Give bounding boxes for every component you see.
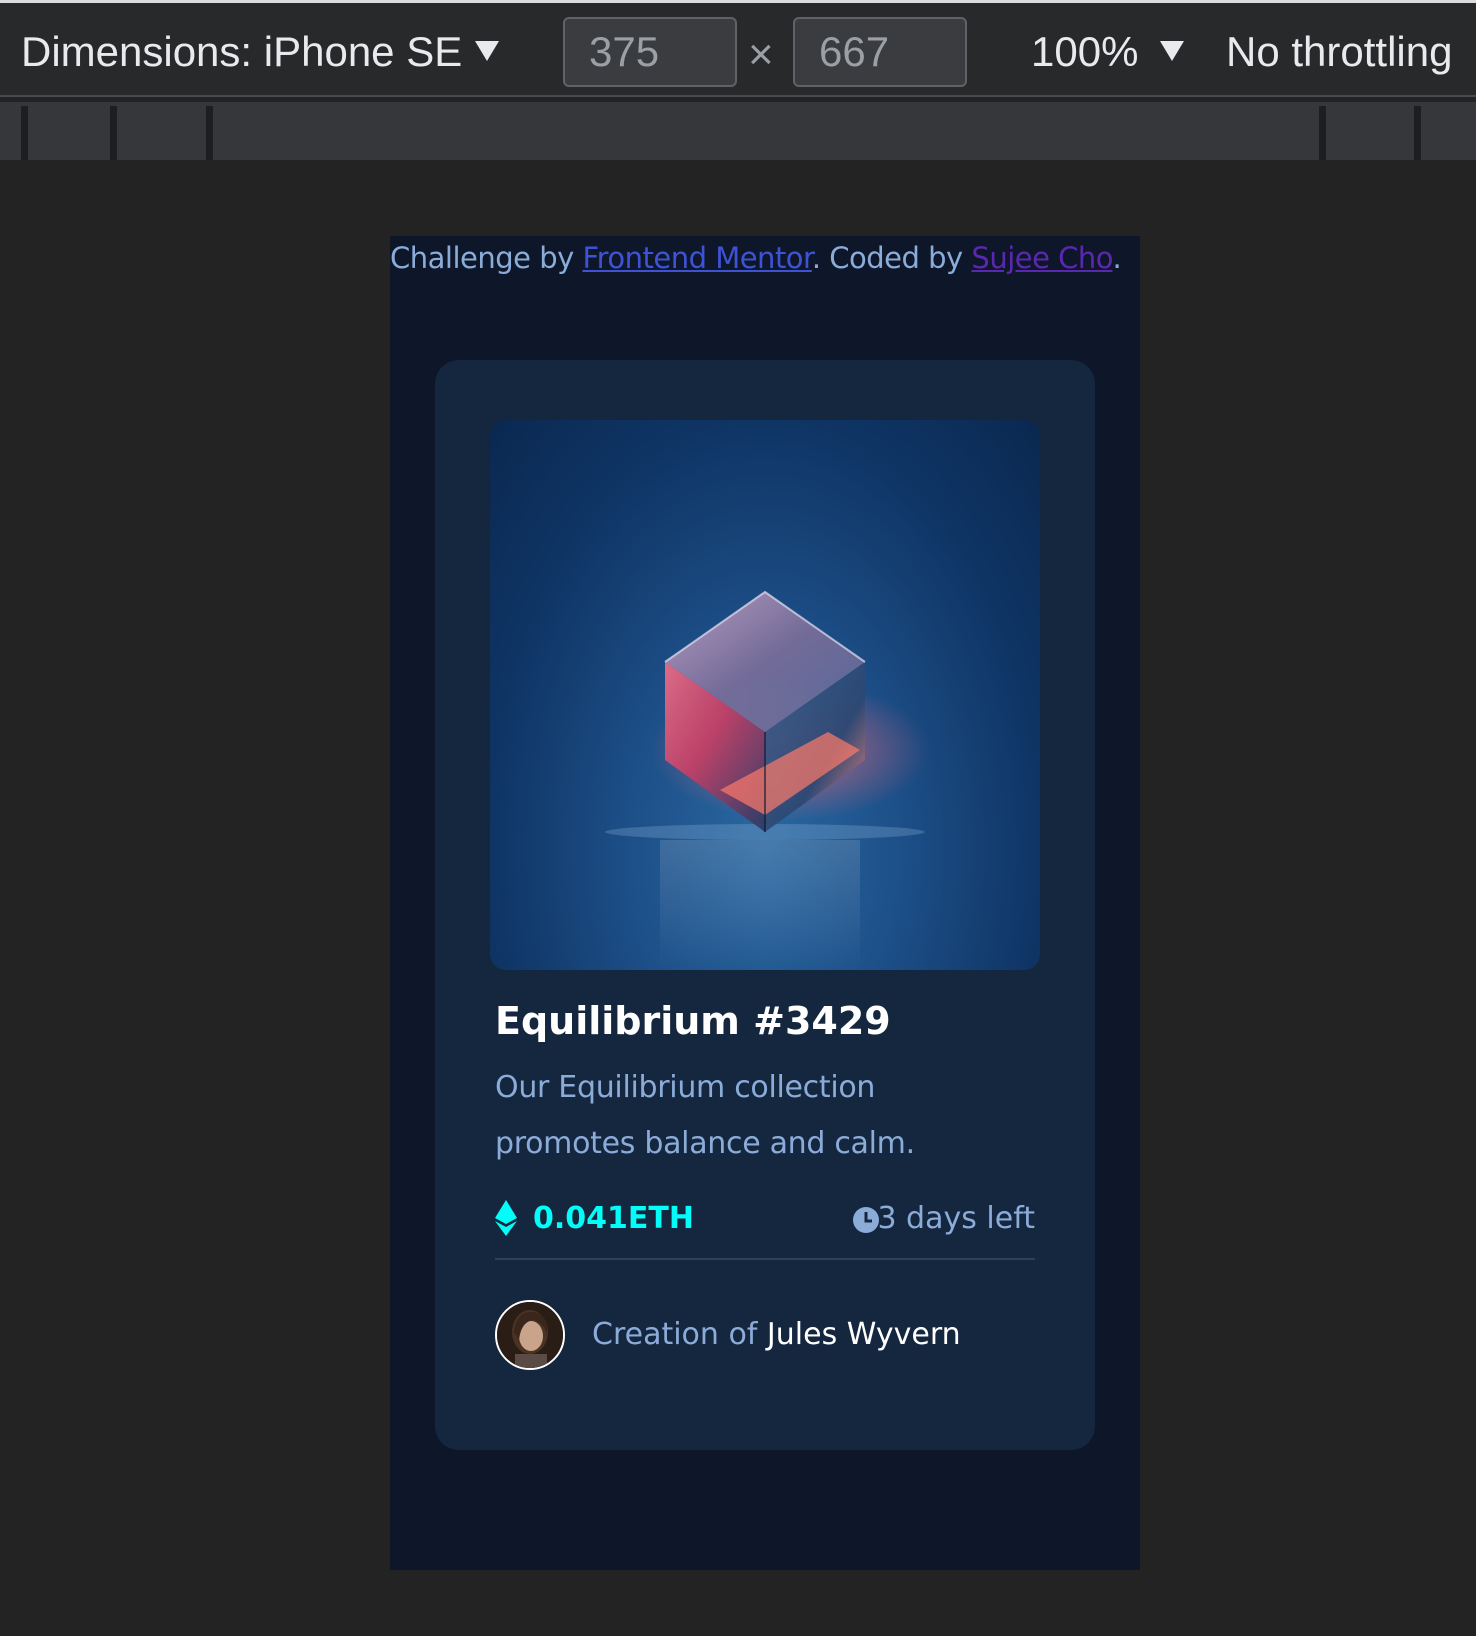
- zoom-select[interactable]: 100%: [1031, 31, 1138, 73]
- media-query-divider: [206, 106, 213, 160]
- attribution-prefix: Challenge by: [390, 241, 583, 275]
- equilibrium-image[interactable]: [490, 420, 1040, 970]
- clock-icon: [853, 1207, 879, 1233]
- attribution-middle: . Coded by: [811, 241, 972, 275]
- dropdown-arrow-icon[interactable]: [1160, 41, 1184, 61]
- card-description: Our Equilibrium collection promotes bala…: [495, 1070, 915, 1161]
- frontend-mentor-link[interactable]: Frontend Mentor: [583, 241, 813, 275]
- price-value: 0.041ETH: [533, 1201, 694, 1236]
- time-left: 3 days left: [877, 1201, 1035, 1236]
- card-stats: 0.041ETH 3 days left: [495, 1194, 1035, 1244]
- avatar-image: [497, 1302, 563, 1368]
- media-query-divider: [21, 106, 28, 160]
- media-query-bar[interactable]: [0, 102, 1476, 160]
- throttling-select[interactable]: No throttling: [1226, 31, 1452, 73]
- times-icon: ×: [748, 30, 774, 79]
- media-query-divider: [1319, 106, 1326, 160]
- attribution: Challenge by Frontend Mentor. Coded by S…: [390, 238, 1140, 278]
- avatar: [495, 1300, 565, 1370]
- devtools-device-toolbar: Dimensions: iPhone SE × 100% No throttli…: [0, 0, 1476, 97]
- dropdown-arrow-icon[interactable]: [475, 41, 499, 61]
- creator-prefix: Creation of: [592, 1317, 767, 1352]
- height-input[interactable]: [793, 17, 967, 87]
- author-link[interactable]: Sujee Cho: [971, 241, 1113, 275]
- attribution-suffix: .: [1112, 241, 1122, 275]
- card-title[interactable]: Equilibrium #3429: [495, 996, 891, 1046]
- device-viewport: Challenge by Frontend Mentor. Coded by S…: [390, 236, 1140, 1570]
- device-select[interactable]: Dimensions: iPhone SE: [21, 31, 462, 73]
- ethereum-icon: [495, 1200, 517, 1236]
- cube-illustration: [605, 590, 930, 970]
- creator-name[interactable]: Jules Wyvern: [767, 1317, 961, 1352]
- width-input[interactable]: [563, 17, 737, 87]
- media-query-divider: [110, 106, 117, 160]
- creator-line: Creation of Jules Wyvern: [592, 1310, 961, 1360]
- divider: [495, 1258, 1035, 1260]
- nft-card: Equilibrium #3429 Our Equilibrium collec…: [435, 360, 1095, 1450]
- media-query-divider: [1414, 106, 1421, 160]
